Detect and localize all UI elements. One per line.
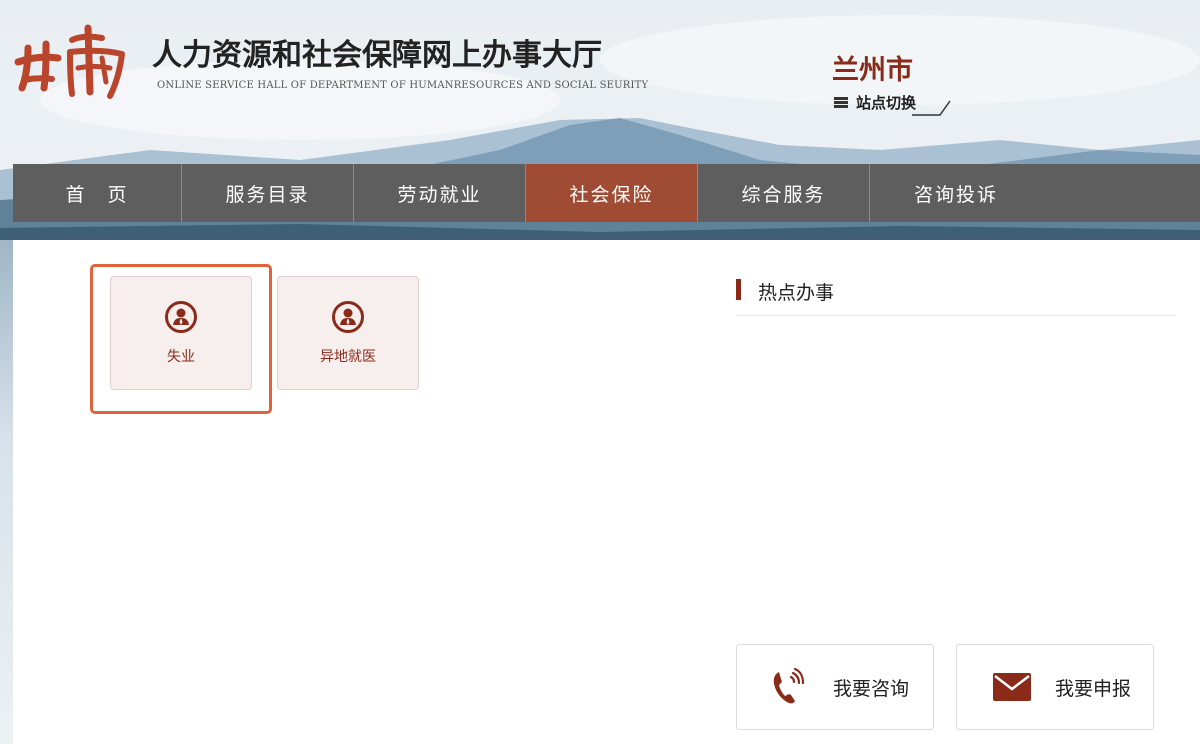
- hot-services-heading: 热点办事: [736, 278, 834, 305]
- apply-label: 我要申报: [1055, 677, 1132, 700]
- site-title: 人力资源和社会保障网上办事大厅: [152, 38, 602, 73]
- site-header: 人力资源和社会保障网上办事大厅 ONLINE SERVICE HALL OF D…: [0, 0, 1200, 164]
- consult-label: 我要咨询: [833, 677, 910, 700]
- site-switch-label: 站点切换: [856, 94, 917, 112]
- service-card-label: 失业: [167, 349, 195, 365]
- nav-item-general-services[interactable]: 综合服务: [698, 164, 870, 222]
- heading-accent-bar: [736, 279, 741, 300]
- divider: [736, 315, 1176, 316]
- menu-icon: [834, 97, 848, 108]
- service-card-remote-medical[interactable]: 异地就医: [277, 276, 419, 390]
- nav-item-employment[interactable]: 劳动就业: [354, 164, 526, 222]
- person-icon: [332, 301, 364, 333]
- consult-button[interactable]: 我要咨询: [736, 644, 934, 730]
- gansu-logo: [10, 22, 140, 102]
- apply-button[interactable]: 我要申报: [956, 644, 1154, 730]
- current-city: 兰州市: [832, 55, 913, 86]
- side-scenery: [0, 240, 13, 744]
- nav-item-service-catalog[interactable]: 服务目录: [182, 164, 354, 222]
- nav-item-social-insurance[interactable]: 社会保险: [526, 164, 698, 222]
- switch-underline-icon: [912, 100, 951, 116]
- hot-services-title: 热点办事: [758, 282, 835, 304]
- nav-item-consult-complaint[interactable]: 咨询投诉: [870, 164, 1042, 222]
- person-icon: [165, 301, 197, 333]
- main-nav: 首 页 服务目录 劳动就业 社会保险 综合服务 咨询投诉: [13, 164, 1200, 222]
- envelope-icon: [993, 673, 1031, 701]
- nav-item-home[interactable]: 首 页: [13, 164, 182, 222]
- site-subtitle: ONLINE SERVICE HALL OF DEPARTMENT OF HUM…: [157, 80, 649, 91]
- service-card-label: 异地就医: [320, 349, 376, 365]
- site-switch-button[interactable]: 站点切换: [834, 92, 916, 113]
- phone-icon: [773, 668, 805, 704]
- service-card-unemployment[interactable]: 失业: [110, 276, 252, 390]
